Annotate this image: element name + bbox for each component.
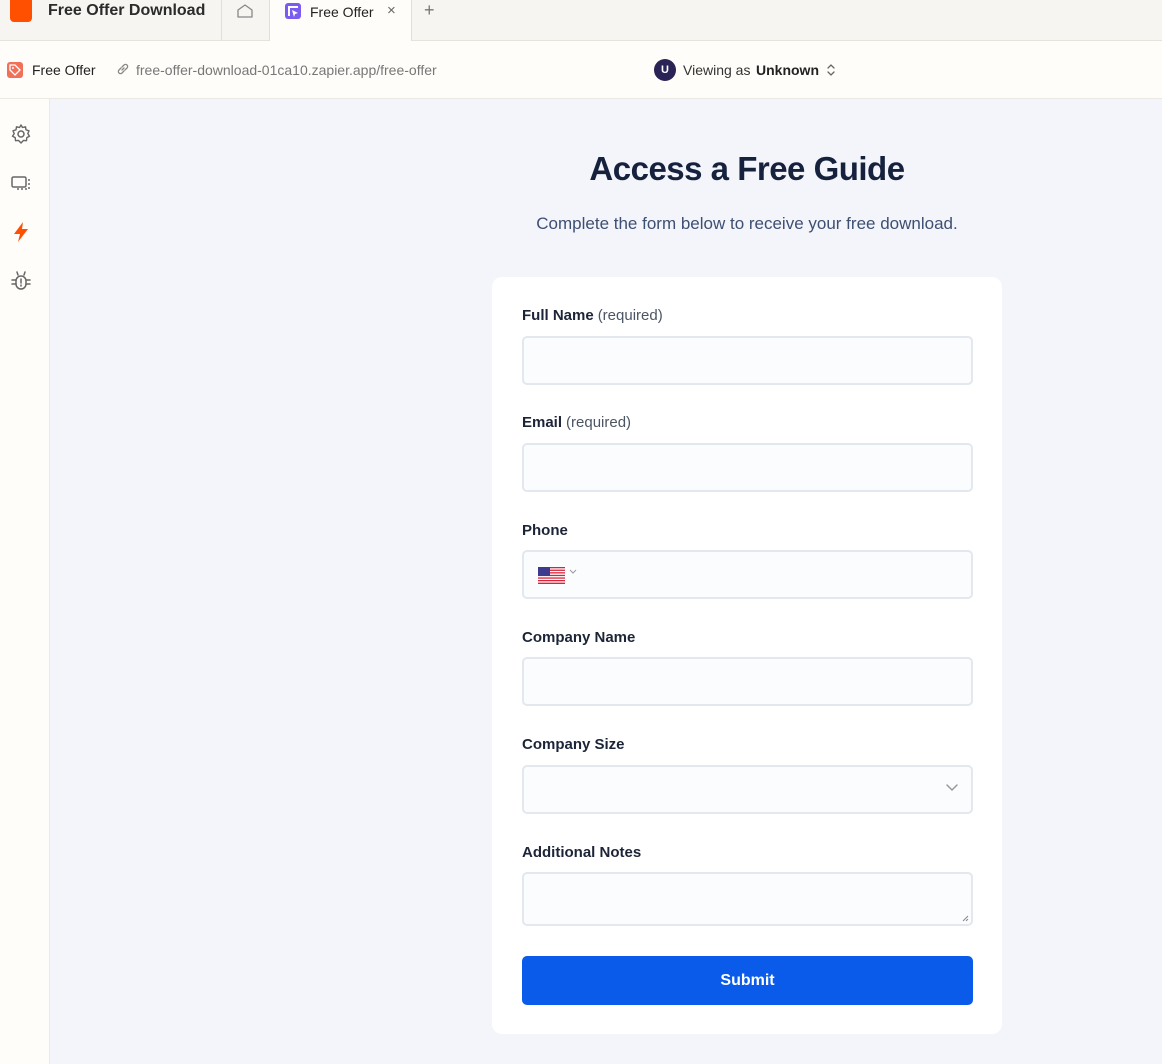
close-tab-button[interactable]: ×: [387, 2, 396, 19]
additional-notes-label: Additional Notes: [522, 844, 642, 861]
lightning-icon: [14, 222, 28, 242]
full-name-field[interactable]: [522, 336, 973, 385]
tab-label: Free Offer: [310, 4, 374, 20]
page-title: Access a Free Guide: [589, 150, 905, 187]
chevron-down-icon: [569, 569, 577, 574]
home-icon: [237, 4, 253, 18]
email-field[interactable]: [522, 443, 973, 492]
required-hint: (required): [597, 307, 663, 324]
company-size-select[interactable]: [522, 765, 973, 814]
app-title: Free Offer Download: [48, 2, 206, 19]
page-subtitle: Complete the form below to receive your …: [536, 214, 958, 233]
tab-free-offer[interactable]: Free Offer ×: [269, 0, 412, 41]
label-text: Email: [522, 414, 563, 431]
viewing-as-label: Viewing as: [683, 62, 751, 78]
company-name-field[interactable]: [522, 657, 973, 706]
sidebar-item-settings[interactable]: [9, 122, 33, 146]
zapier-logo: [10, 0, 32, 22]
sidebar-item-debug[interactable]: [9, 269, 33, 293]
gear-icon: [11, 124, 31, 144]
additional-notes-textarea[interactable]: [522, 872, 973, 926]
full-name-label: Full Name (required): [522, 307, 663, 324]
chevron-down-icon: [946, 784, 958, 792]
interface-page-icon: [285, 3, 301, 19]
avatar: U: [654, 59, 676, 81]
tag-icon: [7, 62, 23, 78]
left-sidebar: [0, 99, 50, 1064]
company-size-label: Company Size: [522, 736, 625, 753]
tab-bar: Free Offer Download Free Offer × +: [0, 0, 1162, 41]
label-text: Full Name: [522, 307, 594, 324]
home-tab[interactable]: [221, 0, 269, 40]
submit-button[interactable]: Submit: [522, 956, 973, 1005]
viewer-name: Unknown: [756, 62, 819, 78]
form-card: Full Name (required) Email (required) Phon…: [492, 277, 1002, 1034]
company-name-label: Company Name: [522, 629, 636, 646]
sidebar-item-pages[interactable]: [9, 171, 33, 195]
page-toolbar: Free Offer free-offer-download-01ca10.za…: [0, 41, 1162, 99]
page-url-link[interactable]: free-offer-download-01ca10.zapier.app/fr…: [136, 62, 437, 78]
bug-icon: [11, 271, 31, 290]
link-icon: [117, 63, 129, 75]
add-tab-button[interactable]: +: [424, 0, 435, 21]
chevron-up-down-icon: [827, 64, 835, 76]
sidebar-item-zaps[interactable]: [9, 220, 33, 244]
email-label: Email (required): [522, 414, 631, 431]
resize-handle-icon[interactable]: [961, 914, 969, 922]
required-hint: (required): [566, 414, 632, 431]
phone-field[interactable]: [522, 550, 973, 599]
us-flag-icon[interactable]: [538, 567, 565, 584]
page-name: Free Offer: [32, 62, 96, 78]
screens-icon: [11, 176, 30, 190]
phone-label: Phone: [522, 522, 568, 539]
